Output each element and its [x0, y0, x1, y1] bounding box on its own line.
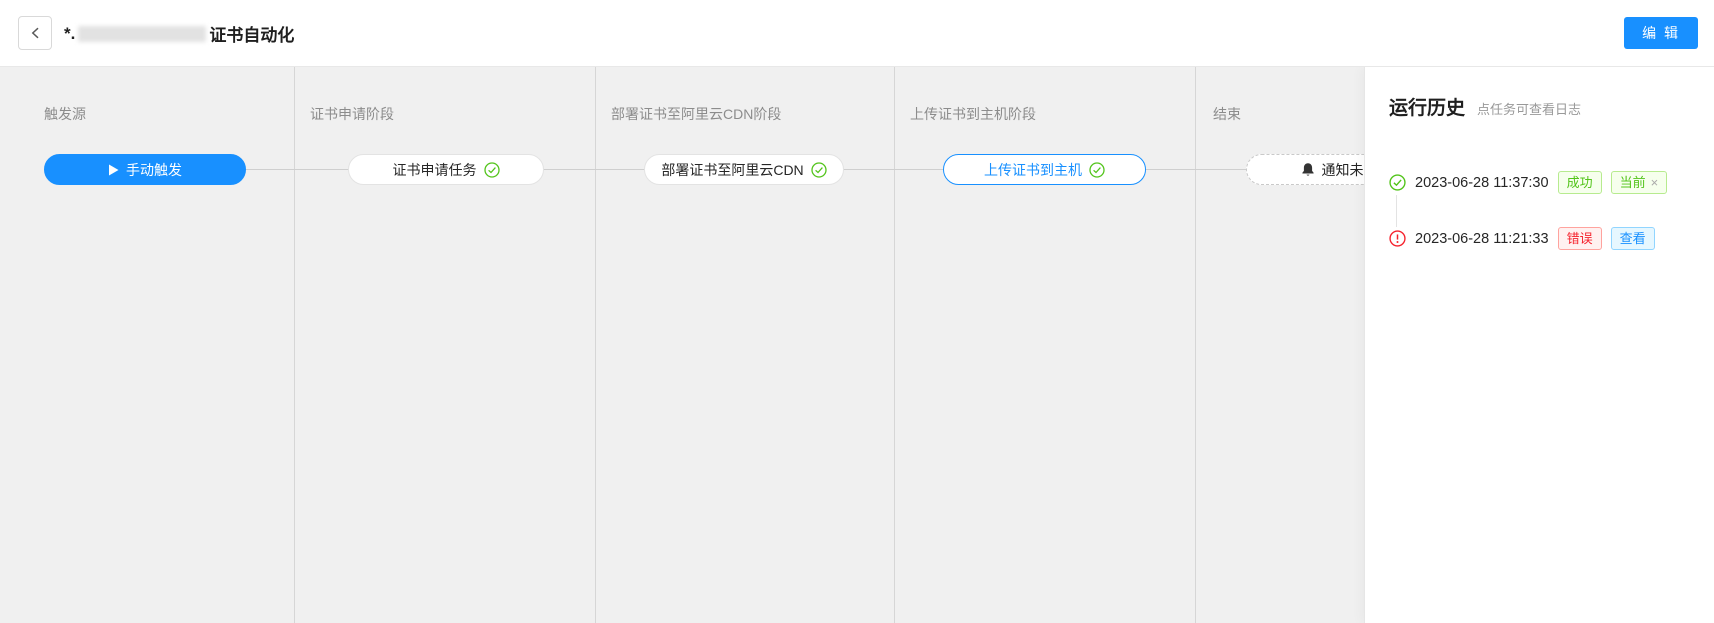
history-timeline-line — [1396, 195, 1397, 227]
node-label: 证书申请任务 — [393, 160, 477, 180]
run-history-panel: 运行历史 点任务可查看日志 2023-06-28 11:37:30 成功 当前 … — [1364, 67, 1714, 623]
node-upload-host[interactable]: 上传证书到主机 — [943, 154, 1146, 185]
check-circle-icon — [484, 162, 500, 178]
status-badge-error: 错误 — [1558, 227, 1602, 250]
chevron-left-icon — [30, 27, 41, 39]
view-log-button[interactable]: 查看 — [1611, 227, 1655, 250]
stage-title-end: 结束 — [1213, 104, 1241, 124]
current-badge-label: 当前 — [1620, 173, 1646, 192]
stage-title-upload-host: 上传证书到主机阶段 — [910, 104, 1036, 124]
stage-title-cert-apply: 证书申请阶段 — [310, 104, 394, 124]
panel-title: 运行历史 — [1389, 93, 1465, 120]
bell-icon — [1301, 162, 1315, 177]
history-entry[interactable]: 2023-06-28 11:21:33 错误 查看 — [1389, 227, 1655, 250]
node-label: 部署证书至阿里云CDN — [661, 160, 803, 180]
status-badge-success: 成功 — [1558, 171, 1602, 194]
page-title: *. 证书自动化 — [64, 0, 294, 67]
stage-divider — [294, 67, 295, 623]
dismiss-current-icon[interactable]: × — [1651, 173, 1659, 192]
stage-divider — [894, 67, 895, 623]
history-timestamp: 2023-06-28 11:37:30 — [1415, 175, 1549, 191]
panel-subtitle: 点任务可查看日志 — [1477, 99, 1581, 118]
node-label: 上传证书到主机 — [984, 160, 1082, 180]
stage-divider — [1195, 67, 1196, 623]
check-circle-icon — [1089, 162, 1105, 178]
node-manual-trigger[interactable]: 手动触发 — [44, 154, 246, 185]
page-title-prefix: *. — [64, 24, 75, 44]
redacted-domain-text — [78, 26, 206, 42]
history-timestamp: 2023-06-28 11:21:33 — [1415, 231, 1549, 247]
page-header: *. 证书自动化 编 辑 — [0, 0, 1714, 67]
node-deploy-cdn[interactable]: 部署证书至阿里云CDN — [644, 154, 844, 185]
edit-button[interactable]: 编 辑 — [1624, 17, 1698, 49]
check-circle-icon — [811, 162, 827, 178]
stage-divider — [595, 67, 596, 623]
panel-header: 运行历史 点任务可查看日志 — [1389, 93, 1581, 120]
success-circle-icon — [1389, 174, 1406, 191]
current-badge: 当前 × — [1611, 171, 1668, 194]
page-title-suffix: 证书自动化 — [209, 21, 294, 46]
history-entry[interactable]: 2023-06-28 11:37:30 成功 当前 × — [1389, 171, 1667, 194]
back-button[interactable] — [18, 16, 52, 50]
error-circle-icon — [1389, 230, 1406, 247]
play-icon — [108, 164, 119, 176]
node-label: 手动触发 — [126, 160, 182, 180]
stage-title-trigger-source: 触发源 — [44, 104, 86, 124]
stage-title-deploy-cdn: 部署证书至阿里云CDN阶段 — [611, 104, 781, 124]
certificate-automation-page: 触发源 证书申请阶段 部署证书至阿里云CDN阶段 上传证书到主机阶段 结束 手动… — [0, 0, 1714, 623]
node-cert-apply-task[interactable]: 证书申请任务 — [348, 154, 544, 185]
